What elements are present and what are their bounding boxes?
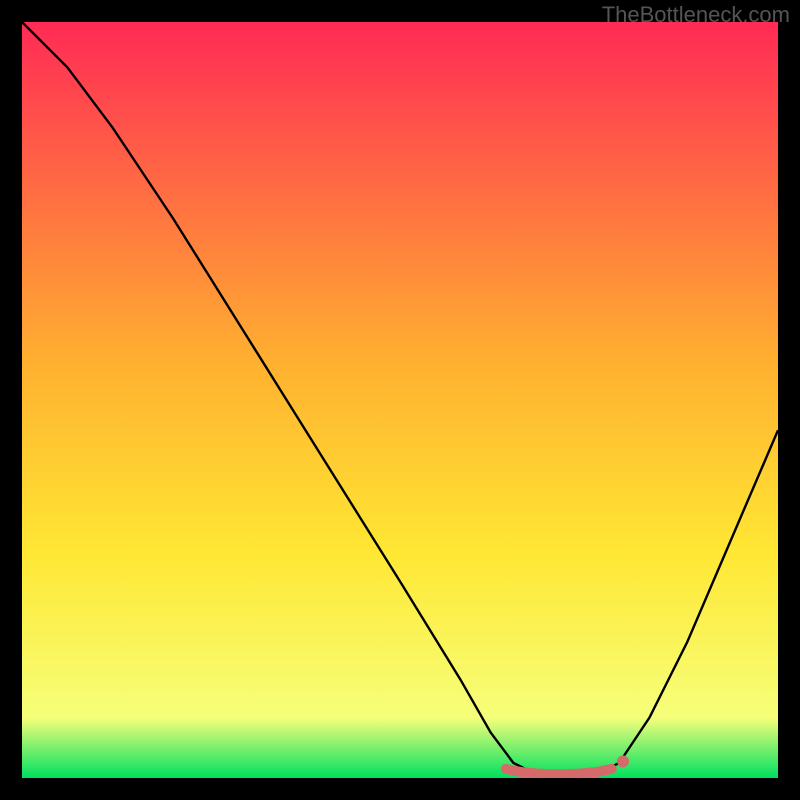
optimal-band [506,769,612,774]
chart-frame: TheBottleneck.com [0,0,800,800]
optimal-band-endpoint [617,755,629,767]
gradient-background [22,22,778,778]
chart-svg [22,22,778,778]
watermark-text: TheBottleneck.com [602,2,790,28]
plot-area [22,22,778,778]
